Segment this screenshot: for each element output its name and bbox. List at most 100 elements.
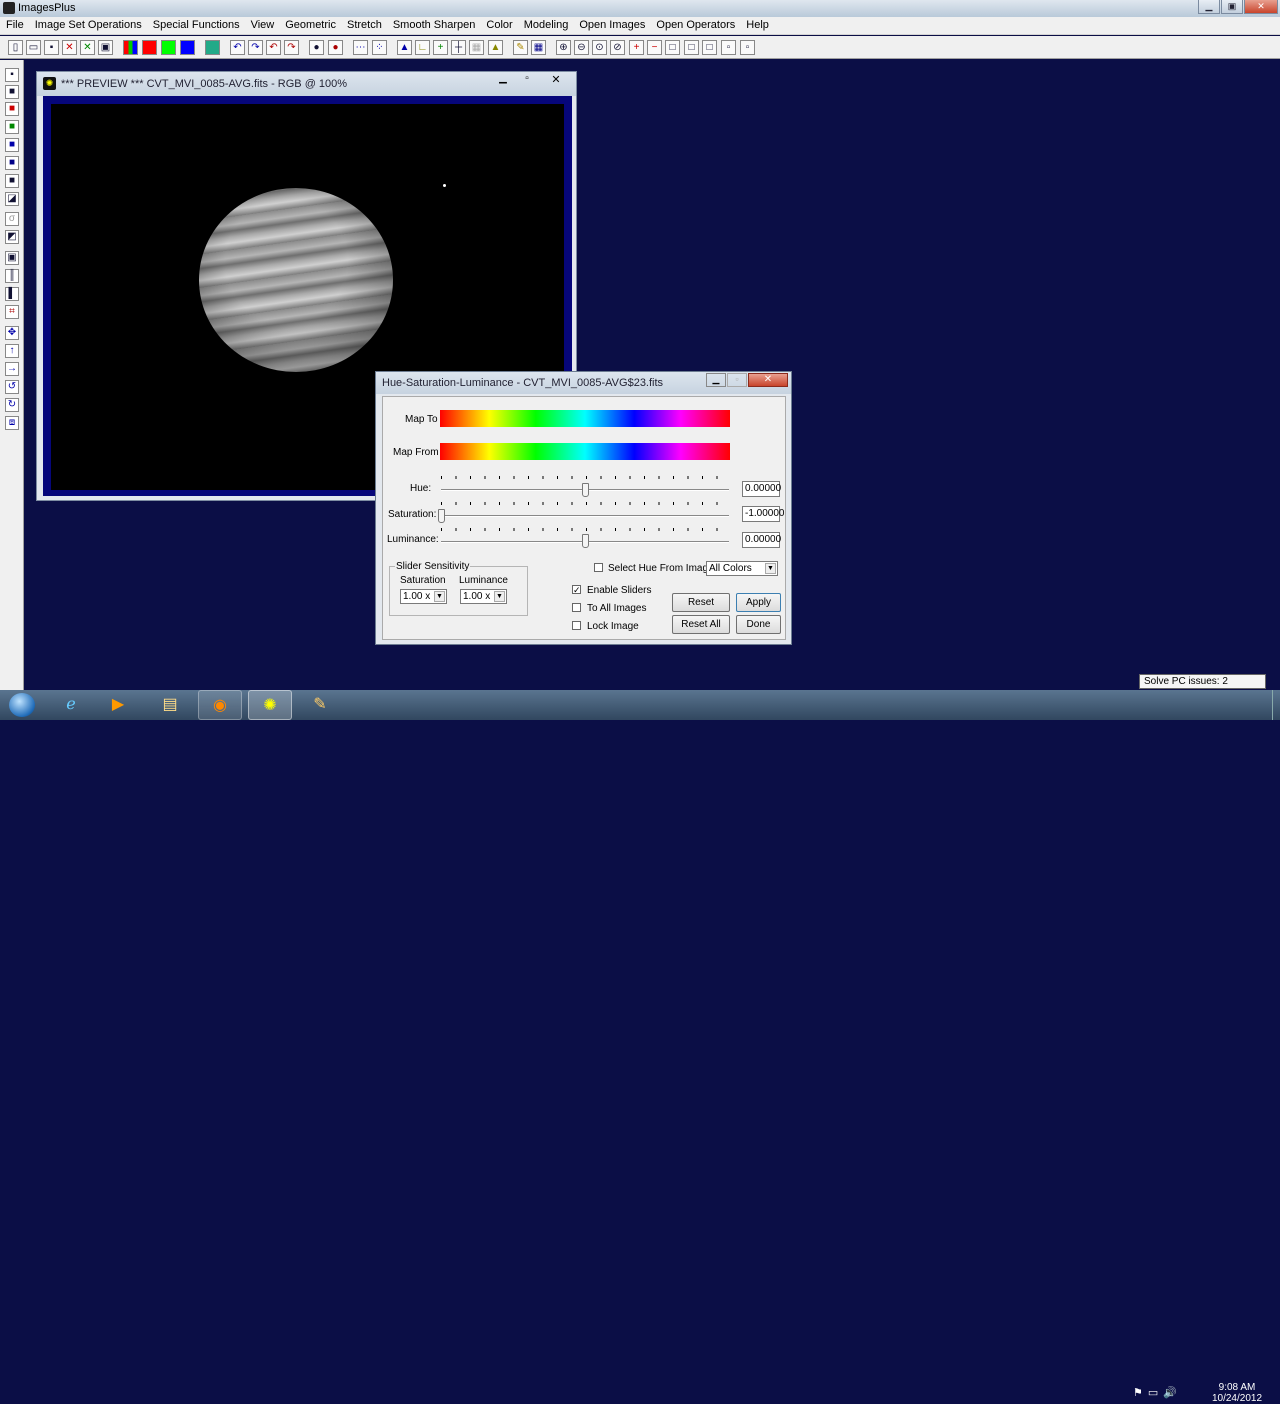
mask-red-icon[interactable]: ● <box>328 40 343 55</box>
close-icon[interactable]: ✕ <box>1244 0 1278 14</box>
paint-icon[interactable]: ✎ <box>298 690 342 720</box>
saturation-value[interactable]: -1.00000 <box>742 506 784 522</box>
sensitivity-luminance-select[interactable]: 1.00 x ▼ <box>460 589 507 604</box>
blue-square-icon[interactable]: ■ <box>5 138 19 152</box>
reset-all-button[interactable]: Reset All <box>672 615 730 634</box>
close-icon[interactable]: ✕ <box>748 373 788 387</box>
plus-red-icon[interactable]: + <box>629 40 644 55</box>
dotted-line-icon[interactable]: ⋯ <box>353 40 368 55</box>
minimize-icon[interactable]: ▁ <box>1198 0 1220 14</box>
tray-icons[interactable]: ⚑▭🔊 <box>1133 1386 1203 1399</box>
redo-icon[interactable]: ↷ <box>248 40 263 55</box>
sensitivity-saturation-select[interactable]: 1.00 x ▼ <box>400 589 447 604</box>
stack-icon[interactable]: ■ <box>5 156 19 170</box>
green-channel-icon[interactable] <box>161 40 176 55</box>
frame-3-icon[interactable]: □ <box>702 40 717 55</box>
luminance-value[interactable]: 0.00000 <box>742 532 781 548</box>
frame-5-icon[interactable]: ▫ <box>740 40 755 55</box>
mask-black-icon[interactable]: ● <box>309 40 324 55</box>
save-icon[interactable]: ▪ <box>44 40 59 55</box>
select-hue-checkbox[interactable] <box>594 563 603 572</box>
select-box-icon[interactable]: ▣ <box>5 251 19 265</box>
blue-channel-icon[interactable] <box>180 40 195 55</box>
grid-icon[interactable]: ▦ <box>469 40 484 55</box>
luminance-slider-thumb[interactable] <box>582 534 589 548</box>
start-button[interactable] <box>0 690 44 720</box>
add-icon[interactable]: + <box>433 40 448 55</box>
menu-view[interactable]: View <box>245 17 280 31</box>
close-all-icon[interactable]: ✕ <box>80 40 95 55</box>
layer-icon[interactable]: ■ <box>5 174 19 188</box>
menu-color[interactable]: Color <box>480 17 517 31</box>
menu-modeling[interactable]: Modeling <box>518 17 574 31</box>
crop-icon[interactable]: ⌗ <box>5 305 19 319</box>
undo-all-icon[interactable]: ↶ <box>266 40 281 55</box>
arrow-up-icon[interactable]: ↑ <box>5 344 19 358</box>
red-square-icon[interactable]: ■ <box>5 102 19 116</box>
arrow-right-icon[interactable]: → <box>5 362 19 376</box>
zoom-out-icon[interactable]: ⊖ <box>574 40 589 55</box>
save-small-icon[interactable]: ▪ <box>5 68 19 82</box>
menu-special-functions[interactable]: Special Functions <box>147 17 245 31</box>
lock-image-checkbox[interactable] <box>572 621 581 630</box>
frame-4-icon[interactable]: ▫ <box>721 40 736 55</box>
rgb-channels-icon[interactable] <box>123 40 138 55</box>
star-select-icon[interactable]: ⁘ <box>372 40 387 55</box>
done-button[interactable]: Done <box>736 615 781 634</box>
menu-image-set-operations[interactable]: Image Set Operations <box>29 17 147 31</box>
zoom-reset-icon[interactable]: ⊘ <box>610 40 625 55</box>
hue-slider-thumb[interactable] <box>582 483 589 497</box>
close-icon[interactable]: ✕ <box>539 73 573 87</box>
to-all-images-checkbox[interactable] <box>572 603 581 612</box>
green-square-icon[interactable]: ■ <box>5 120 19 134</box>
menu-open-operators[interactable]: Open Operators <box>650 17 740 31</box>
hue-value[interactable]: 0.00000 <box>742 481 781 497</box>
image-edit-icon[interactable]: ▲ <box>488 40 503 55</box>
red-channel-icon[interactable] <box>142 40 157 55</box>
move-icon[interactable]: ✥ <box>5 326 19 340</box>
level-icon[interactable]: ▌ <box>5 287 19 301</box>
enable-sliders-checkbox[interactable]: ✓ <box>572 585 581 595</box>
zoom-fit-icon[interactable]: ⊙ <box>592 40 607 55</box>
minus-red-icon[interactable]: − <box>647 40 662 55</box>
minimize-icon[interactable]: ▁ <box>706 373 726 387</box>
colors-select[interactable]: All Colors ▼ <box>706 561 778 576</box>
table-icon[interactable]: ▦ <box>531 40 546 55</box>
folder-icon[interactable]: ▤ <box>148 690 192 720</box>
maximize-icon[interactable]: ▣ <box>1221 0 1243 14</box>
lasso-icon[interactable]: σ <box>5 212 19 226</box>
maximize-icon[interactable]: ▫ <box>515 73 539 87</box>
frame-1-icon[interactable]: □ <box>665 40 680 55</box>
reset-button[interactable]: Reset <box>672 593 730 612</box>
redo-all-icon[interactable]: ↷ <box>284 40 299 55</box>
curve-icon[interactable]: ∟ <box>415 40 430 55</box>
menu-geometric[interactable]: Geometric <box>279 17 341 31</box>
show-desktop-button[interactable] <box>1272 690 1280 720</box>
apply-button[interactable]: Apply <box>736 593 781 612</box>
crosshair-icon[interactable]: ┼ <box>451 40 466 55</box>
frame-2-icon[interactable]: □ <box>684 40 699 55</box>
rotate-right-icon[interactable]: ↻ <box>5 398 19 412</box>
menu-stretch[interactable]: Stretch <box>341 17 387 31</box>
imagesplus-icon[interactable]: ✺ <box>248 690 292 720</box>
menu-file[interactable]: File <box>0 17 29 31</box>
clock[interactable]: 9:08 AM 10/24/2012 <box>1205 1382 1269 1404</box>
menu-smooth-sharpen[interactable]: Smooth Sharpen <box>387 17 481 31</box>
histogram-icon[interactable]: ▲ <box>397 40 412 55</box>
close-image-icon[interactable]: ✕ <box>62 40 77 55</box>
menu-open-images[interactable]: Open Images <box>573 17 650 31</box>
new-file-icon[interactable]: ▯ <box>8 40 23 55</box>
gradient-icon[interactable]: ◩ <box>5 230 19 244</box>
copy-icon[interactable]: ▣ <box>98 40 113 55</box>
media-player-icon[interactable]: ▶ <box>96 690 140 720</box>
zoom-in-icon[interactable]: ⊕ <box>556 40 571 55</box>
open-folder-icon[interactable]: ▭ <box>26 40 41 55</box>
flip-icon[interactable]: ⧈ <box>5 416 19 430</box>
firefox-icon[interactable]: ◉ <box>198 690 242 720</box>
rotate-left-icon[interactable]: ↺ <box>5 380 19 394</box>
undo-icon[interactable]: ↶ <box>230 40 245 55</box>
grid-image-icon[interactable] <box>205 40 220 55</box>
corner-icon[interactable]: ◪ <box>5 192 19 206</box>
tray-notification[interactable]: Solve PC issues: 2 messages <box>1139 674 1266 700</box>
black-square-icon[interactable]: ■ <box>5 85 19 99</box>
